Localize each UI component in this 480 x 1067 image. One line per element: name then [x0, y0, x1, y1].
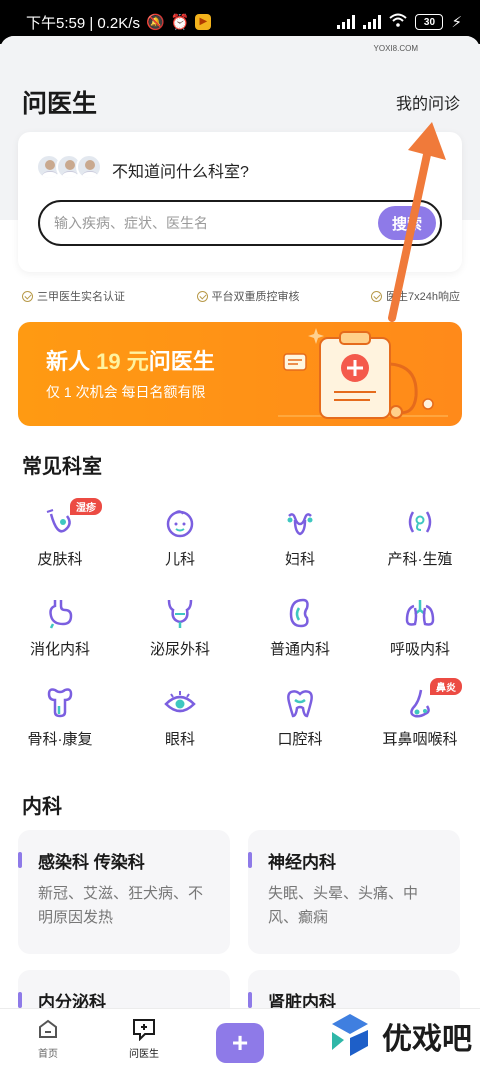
- dept-label: 普通内科: [269, 641, 330, 658]
- dept-label: 泌尿外科: [149, 641, 210, 658]
- dept-gynecology[interactable]: 妇科: [240, 498, 360, 588]
- app-screen: 问医生 我的问诊 不知道问什么科室? 搜索 三甲医生实名认证 平台双重质控审核 …: [0, 36, 480, 1067]
- alarm-icon: ⏰: [170, 14, 190, 31]
- trust-label: 平台双重质控审核: [211, 291, 300, 303]
- search-box[interactable]: 搜索: [38, 200, 442, 246]
- dept-tag: 鼻炎: [430, 678, 462, 695]
- dept-label: 呼吸内科: [389, 641, 450, 658]
- dept-label: 耳鼻咽喉科: [382, 731, 458, 748]
- common-departments-title: 常见科室: [22, 456, 102, 478]
- trust-item: 医生7x24h响应: [371, 288, 460, 304]
- dept-label: 消化内科: [29, 641, 90, 658]
- dept-gastroenterology[interactable]: 消化内科: [0, 588, 120, 678]
- app-notification-icon: ▶: [195, 14, 212, 30]
- watermark-text: 优戏吧: [382, 1023, 472, 1056]
- tab-home[interactable]: 首页: [0, 1009, 96, 1060]
- dept-label: 妇科: [284, 551, 315, 568]
- status-time: 下午5:59 | 0.2K/s: [26, 14, 140, 32]
- check-circle-icon: [196, 290, 208, 302]
- new-user-promo-banner[interactable]: 新人 19 元问医生 仅 1 次机会 每日名额有限: [18, 322, 462, 426]
- dept-tag: 湿疹: [70, 498, 102, 515]
- trust-item: 平台双重质控审核: [196, 288, 300, 304]
- dept-dermatology[interactable]: 皮肤科 湿疹: [0, 498, 120, 588]
- clipboard-stethoscope-illustration: [278, 328, 448, 419]
- wifi-icon: [389, 13, 408, 31]
- battery-icon: 30: [415, 14, 444, 30]
- eye-icon: [164, 691, 196, 713]
- trust-item: 三甲医生实名认证: [22, 288, 125, 304]
- header: 问医生 我的问诊: [22, 84, 460, 120]
- dept-card-neurology[interactable]: 神经内科 失眠、头晕、头痛、中风、癫痫: [248, 830, 460, 954]
- mute-icon: 🔕: [145, 14, 165, 31]
- dept-urology[interactable]: 泌尿外科: [120, 588, 240, 678]
- dept-pediatrics[interactable]: 儿科: [120, 498, 240, 588]
- search-hint: 不知道问什么科室?: [112, 164, 249, 181]
- dept-stomatology[interactable]: 口腔科: [240, 678, 360, 768]
- stomach-icon: [49, 600, 73, 629]
- child-face-icon: [166, 510, 194, 538]
- page-title: 问医生: [22, 90, 98, 118]
- dept-ophthalmology[interactable]: 眼科: [120, 678, 240, 768]
- tab-add[interactable]: +: [192, 1009, 288, 1063]
- fetus-icon: [408, 511, 432, 533]
- tab-ask-doctor[interactable]: 问医生: [96, 1009, 192, 1060]
- tooth-icon: [287, 690, 313, 718]
- home-icon: [39, 1019, 57, 1038]
- banner-title: 新人 19 元问医生: [46, 344, 215, 376]
- banner-title-prefix: 新人: [46, 349, 97, 374]
- card-accent-bar: [18, 992, 22, 1008]
- check-circle-icon: [22, 290, 33, 302]
- ask-doctor-icon: [133, 1019, 155, 1041]
- trust-label: 三甲医生实名认证: [37, 291, 125, 303]
- watermark-logo-icon: [332, 1014, 368, 1056]
- department-grid: 皮肤科 湿疹 儿科 妇科 产科·生殖 消化内科 泌尿外科 普通内科 呼吸内科 骨…: [0, 498, 480, 768]
- tab-label: 首页: [38, 1049, 58, 1060]
- card-accent-bar: [248, 992, 252, 1008]
- my-consultations-link[interactable]: 我的问诊: [396, 90, 460, 114]
- signal-icon: [337, 15, 356, 29]
- lungs-icon: [405, 600, 435, 626]
- card-accent-bar: [248, 852, 252, 868]
- search-input[interactable]: [54, 211, 354, 235]
- check-circle-icon: [371, 290, 382, 302]
- search-button[interactable]: 搜索: [378, 206, 436, 240]
- dept-label: 眼科: [164, 731, 195, 748]
- doctor-avatars: [36, 154, 102, 180]
- card-description: 失眠、头晕、头痛、中风、癫痫: [268, 885, 419, 926]
- card-title: 感染科 传染科: [38, 853, 145, 872]
- uterus-icon: [287, 513, 313, 536]
- dept-label: 产科·生殖: [387, 551, 453, 568]
- watermark-domain: YOXI8.COM: [373, 44, 418, 53]
- dept-respiratory[interactable]: 呼吸内科: [360, 588, 480, 678]
- dept-label: 骨科·康复: [27, 731, 93, 748]
- search-card: 不知道问什么科室? 搜索: [18, 132, 462, 272]
- signal-icon-2: [363, 15, 382, 29]
- dept-ent[interactable]: 耳鼻咽喉科 鼻炎: [360, 678, 480, 768]
- internal-medicine-title: 内科: [22, 796, 62, 818]
- dept-label: 口腔科: [277, 731, 323, 748]
- card-description: 新冠、艾滋、狂犬病、不明原因发热: [38, 885, 204, 926]
- banner-title-suffix: 问医生: [148, 349, 215, 374]
- trust-label: 医生7x24h响应: [386, 291, 460, 303]
- kidney-icon: [289, 598, 309, 628]
- banner-subtitle: 仅 1 次机会 每日名额有限: [46, 384, 206, 400]
- dept-card-infectious[interactable]: 感染科 传染科 新冠、艾滋、狂犬病、不明原因发热: [18, 830, 230, 954]
- bladder-icon: [167, 599, 193, 628]
- dept-label: 皮肤科: [37, 551, 83, 568]
- bone-icon: [47, 688, 73, 718]
- dept-orthopedics-rehab[interactable]: 骨科·康复: [0, 678, 120, 768]
- dept-obstetrics-reproduction[interactable]: 产科·生殖: [360, 498, 480, 588]
- card-title: 神经内科: [268, 853, 336, 872]
- charging-icon: ⚡: [451, 14, 462, 31]
- site-watermark: 优戏吧: [324, 1010, 472, 1062]
- banner-price: 19 元: [96, 349, 149, 374]
- trust-badges: 三甲医生实名认证 平台双重质控审核 医生7x24h响应: [22, 288, 460, 304]
- dept-general-internal-medicine[interactable]: 普通内科: [240, 588, 360, 678]
- doctor-avatar: [76, 154, 102, 180]
- card-accent-bar: [18, 852, 22, 868]
- dept-label: 儿科: [164, 551, 195, 568]
- plus-icon[interactable]: +: [216, 1023, 264, 1063]
- tab-label: 问医生: [129, 1049, 159, 1060]
